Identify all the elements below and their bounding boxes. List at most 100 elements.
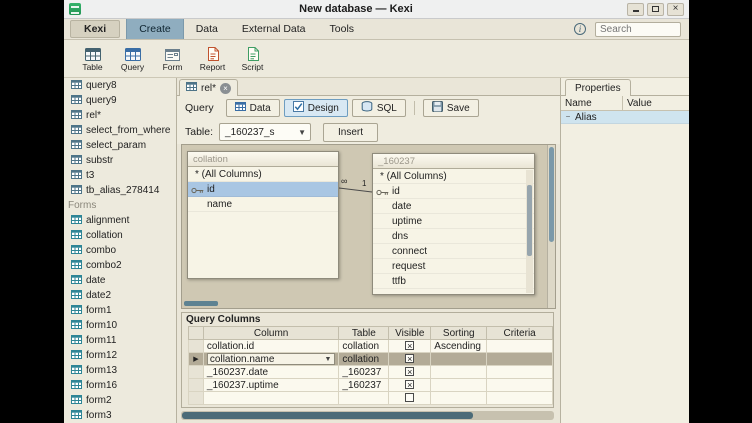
- create-query-button[interactable]: Query: [114, 44, 151, 74]
- grid-header-table[interactable]: Table: [339, 327, 389, 340]
- sidebar-item-query8[interactable]: query8: [64, 78, 176, 93]
- cell-sorting[interactable]: [431, 366, 487, 379]
- cell-criteria[interactable]: [487, 392, 553, 405]
- design-table-title[interactable]: collation: [188, 152, 338, 167]
- sidebar-item-collation[interactable]: collation: [64, 228, 176, 243]
- create-script-button[interactable]: Script: [234, 44, 271, 74]
- sidebar-item-form11[interactable]: form11: [64, 333, 176, 348]
- create-report-button[interactable]: Report: [194, 44, 231, 74]
- property-row-alias[interactable]: −Alias: [561, 111, 689, 124]
- maximize-button[interactable]: [647, 3, 664, 16]
- view-data-button[interactable]: Data: [226, 99, 280, 117]
- cell-column[interactable]: collation.id: [203, 340, 338, 353]
- visible-checkbox[interactable]: ×: [405, 367, 414, 376]
- close-button[interactable]: ×: [667, 3, 684, 16]
- cell-visible[interactable]: ×: [389, 353, 431, 366]
- cell-column[interactable]: [203, 392, 338, 405]
- row-selector[interactable]: [189, 366, 204, 379]
- create-form-button[interactable]: Form: [154, 44, 191, 74]
- sidebar-item-form2[interactable]: form2: [64, 393, 176, 408]
- cell-visible[interactable]: [389, 392, 431, 405]
- kexi-menu-button[interactable]: Kexi: [70, 20, 120, 38]
- sidebar-item-form1[interactable]: form1: [64, 303, 176, 318]
- sidebar-item-date2[interactable]: date2: [64, 288, 176, 303]
- tree-expander-icon[interactable]: −: [564, 113, 572, 121]
- cell-sorting[interactable]: [431, 379, 487, 392]
- visible-checkbox[interactable]: [405, 393, 414, 402]
- table-field-scrollbar[interactable]: [526, 170, 533, 293]
- sidebar-item-form13[interactable]: form13: [64, 363, 176, 378]
- grid-header-column[interactable]: Column: [203, 327, 338, 340]
- design-table-title[interactable]: _160237: [373, 154, 534, 169]
- field-id[interactable]: id: [373, 184, 534, 199]
- sidebar-item-form16[interactable]: form16: [64, 378, 176, 393]
- sidebar-item-date[interactable]: date: [64, 273, 176, 288]
- cell-table[interactable]: _160237: [339, 366, 389, 379]
- field-id[interactable]: id: [188, 182, 338, 197]
- field-name[interactable]: name: [188, 197, 338, 212]
- scrollbar-thumb[interactable]: [527, 185, 532, 256]
- cell-sorting[interactable]: Ascending: [431, 340, 487, 353]
- scrollbar-thumb[interactable]: [182, 412, 473, 419]
- row-selector[interactable]: [189, 392, 204, 405]
- menu-tab-create[interactable]: Create: [126, 19, 184, 39]
- menu-tab-data[interactable]: Data: [184, 19, 230, 39]
- visible-checkbox[interactable]: ×: [405, 341, 414, 350]
- relation-design-canvas[interactable]: ∞ 1 collation* (All Columns)idname_16023…: [181, 144, 556, 309]
- sidebar-item-t3[interactable]: t3: [64, 168, 176, 183]
- info-icon[interactable]: i: [574, 23, 586, 35]
- cell-column[interactable]: collation.name▼: [203, 353, 338, 366]
- sidebar-item-select-from-where[interactable]: select_from_where: [64, 123, 176, 138]
- cell-criteria[interactable]: [487, 340, 553, 353]
- field-all-columns[interactable]: * (All Columns): [373, 169, 534, 184]
- column-combobox[interactable]: collation.name▼: [207, 353, 335, 365]
- field-all-columns[interactable]: * (All Columns): [188, 167, 338, 182]
- row-selector[interactable]: [189, 340, 204, 353]
- query-area-horizontal-scrollbar[interactable]: [181, 411, 554, 420]
- field-request[interactable]: request: [373, 259, 534, 274]
- sidebar-item-alignment[interactable]: alignment: [64, 213, 176, 228]
- cell-sorting[interactable]: [431, 353, 487, 366]
- sidebar-item-form10[interactable]: form10: [64, 318, 176, 333]
- view-design-button[interactable]: Design: [284, 99, 348, 117]
- sidebar-item-form3[interactable]: form3: [64, 408, 176, 423]
- sidebar-item-rel[interactable]: rel*: [64, 108, 176, 123]
- doc-tab-rel[interactable]: rel* ×: [179, 79, 238, 96]
- sidebar-item-tb-alias-278414[interactable]: tb_alias_278414: [64, 183, 176, 198]
- cell-column[interactable]: _160237.date: [203, 366, 338, 379]
- cell-column[interactable]: _160237.uptime: [203, 379, 338, 392]
- scrollbar-thumb[interactable]: [549, 147, 554, 242]
- close-tab-icon[interactable]: ×: [220, 83, 231, 94]
- visible-checkbox[interactable]: ×: [405, 354, 414, 363]
- sidebar-item-combo[interactable]: combo: [64, 243, 176, 258]
- cell-criteria[interactable]: [487, 366, 553, 379]
- save-button[interactable]: Save: [423, 99, 479, 117]
- cell-table[interactable]: collation: [339, 340, 389, 353]
- menu-tab-tools[interactable]: Tools: [318, 19, 367, 39]
- tab-properties[interactable]: Properties: [565, 79, 631, 96]
- titlebar[interactable]: New database — Kexi ×: [64, 0, 689, 19]
- sidebar-item-combo2[interactable]: combo2: [64, 258, 176, 273]
- cell-visible[interactable]: ×: [389, 340, 431, 353]
- create-table-button[interactable]: Table: [74, 44, 111, 74]
- field-connect[interactable]: connect: [373, 244, 534, 259]
- sidebar-item-form12[interactable]: form12: [64, 348, 176, 363]
- cell-table[interactable]: _160237: [339, 379, 389, 392]
- grid-header-criteria[interactable]: Criteria: [487, 327, 553, 340]
- sidebar-item-select-param[interactable]: select_param: [64, 138, 176, 153]
- visible-checkbox[interactable]: ×: [405, 380, 414, 389]
- cell-table[interactable]: collation: [339, 353, 389, 366]
- field-ttfb[interactable]: ttfb: [373, 274, 534, 289]
- cell-table[interactable]: [339, 392, 389, 405]
- grid-header-visible[interactable]: Visible: [389, 327, 431, 340]
- cell-criteria[interactable]: [487, 353, 553, 366]
- menu-tab-external-data[interactable]: External Data: [230, 19, 318, 39]
- sidebar-item-query9[interactable]: query9: [64, 93, 176, 108]
- grid-header-sorting[interactable]: Sorting: [431, 327, 487, 340]
- canvas-vertical-scrollbar[interactable]: [547, 145, 555, 308]
- field-uptime[interactable]: uptime: [373, 214, 534, 229]
- search-input[interactable]: [595, 22, 681, 37]
- cell-visible[interactable]: ×: [389, 379, 431, 392]
- field-dns[interactable]: dns: [373, 229, 534, 244]
- sidebar-item-substr[interactable]: substr: [64, 153, 176, 168]
